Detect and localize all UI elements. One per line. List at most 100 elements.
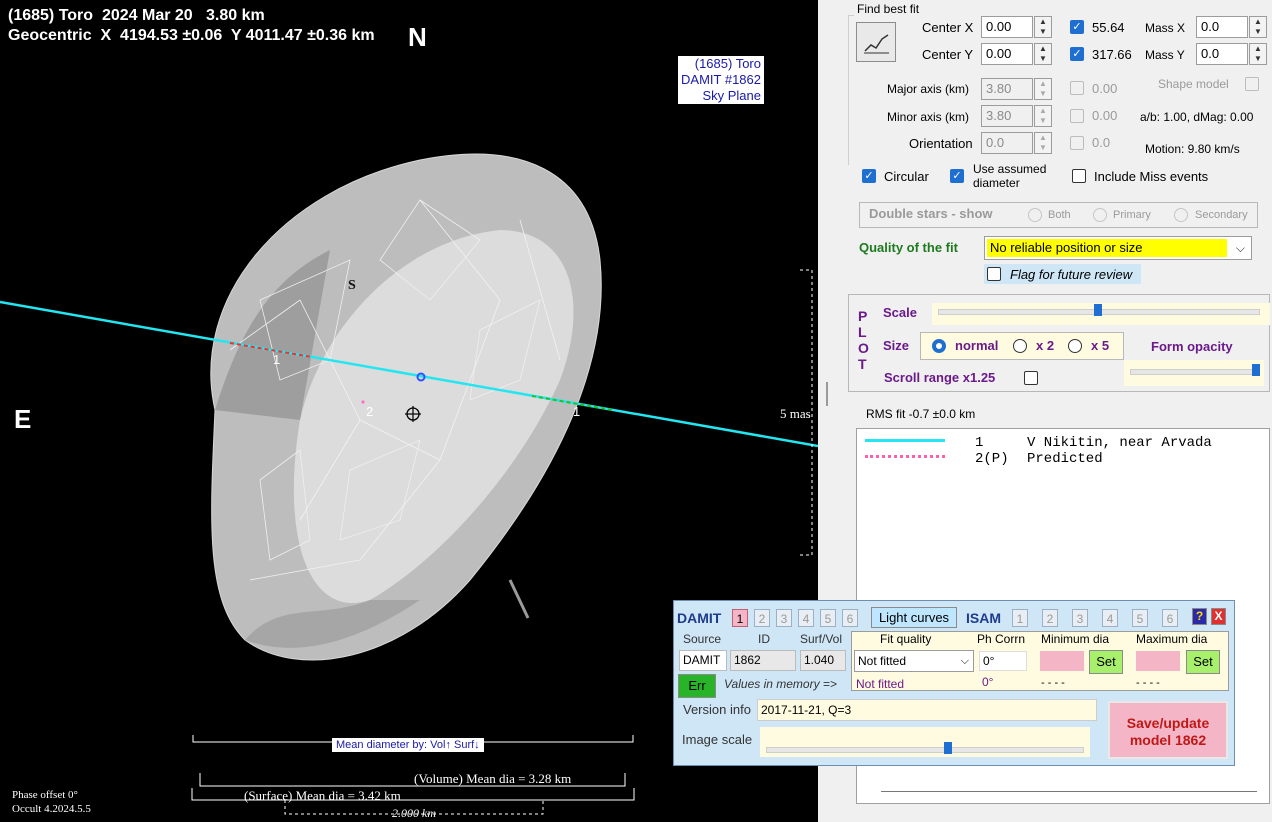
- find-best-fit-title: Find best fit: [857, 2, 920, 16]
- isam-model-3-button[interactable]: 3: [1072, 609, 1088, 627]
- primary-radio[interactable]: [1093, 208, 1107, 222]
- form-opacity-slider[interactable]: [1124, 360, 1264, 386]
- size-normal-radio[interactable]: [932, 339, 946, 353]
- close-icon[interactable]: X: [1211, 608, 1226, 625]
- maximum-dia-header: Maximum dia: [1136, 632, 1208, 646]
- center-y-input[interactable]: 0.00: [981, 43, 1033, 65]
- major-axis-spinner[interactable]: ▲ ▼: [1034, 78, 1052, 100]
- quality-of-fit-dropdown[interactable]: No reliable position or size ⌵: [984, 236, 1252, 260]
- fit-quality-value: Not fitted: [858, 654, 907, 668]
- scale-slider-thumb[interactable]: [1094, 304, 1102, 316]
- save-update-model-button[interactable]: Save/update model 1862: [1108, 701, 1228, 759]
- north-indicator: N: [408, 22, 427, 52]
- fit-quality-dropdown[interactable]: Not fitted ⌵: [854, 650, 974, 672]
- center-x-label: Center X: [922, 20, 974, 35]
- isam-model-2-button[interactable]: 2: [1042, 609, 1058, 627]
- include-miss-label: Include Miss events: [1094, 169, 1209, 184]
- damit-model-4-button[interactable]: 4: [798, 609, 814, 627]
- shape-model-checkbox[interactable]: [1245, 77, 1259, 91]
- mass-x-spinner[interactable]: ▲ ▼: [1249, 16, 1267, 38]
- secondary-radio[interactable]: [1174, 208, 1188, 222]
- surf-vol-header: Surf/Vol: [800, 632, 843, 646]
- form-opacity-thumb[interactable]: [1252, 364, 1260, 376]
- version-info-label: Version info: [683, 702, 751, 717]
- circular-label: Circular: [884, 169, 929, 184]
- err-button[interactable]: Err: [678, 674, 716, 698]
- fit-chart-icon: [864, 34, 889, 54]
- center-y-spinner[interactable]: ▲ ▼: [1034, 43, 1052, 65]
- legend-num: 2(P): [975, 451, 1009, 467]
- major-axis-label: Major axis (km): [887, 82, 970, 96]
- secondary-label: Secondary: [1195, 209, 1248, 221]
- use-assumed-diameter-checkbox[interactable]: ✓: [950, 169, 964, 183]
- major-axis-checkbox[interactable]: [1070, 81, 1084, 95]
- plot-vertical-label: PLOT: [858, 308, 869, 372]
- phase-info: Phase offset 0° Occult 4.2024.5.5: [12, 789, 91, 815]
- isam-model-6-button[interactable]: 6: [1162, 609, 1178, 627]
- orientation-spinner[interactable]: ▲ ▼: [1034, 132, 1052, 154]
- motion-text: Motion: 9.80 km/s: [1145, 142, 1240, 156]
- light-curves-button[interactable]: Light curves: [871, 607, 957, 628]
- center-x-spinner[interactable]: ▲ ▼: [1034, 16, 1052, 38]
- size-normal-label: normal: [955, 338, 999, 353]
- splitter-handle[interactable]: [826, 382, 828, 406]
- orientation-checkbox[interactable]: [1070, 136, 1084, 150]
- isam-model-5-button[interactable]: 5: [1132, 609, 1148, 627]
- id-header: ID: [758, 632, 770, 646]
- center-x-checkbox[interactable]: ✓: [1070, 20, 1084, 34]
- source-header: Source: [683, 632, 722, 646]
- damit-model-label: (1685) Toro DAMIT #1862 Sky Plane: [678, 56, 764, 104]
- minor-axis-input[interactable]: 3.80: [981, 105, 1033, 127]
- help-icon[interactable]: ?: [1192, 608, 1207, 625]
- major-axis-value: 0.00: [1092, 81, 1118, 96]
- mass-x-input[interactable]: 0.0: [1196, 16, 1248, 38]
- major-axis-input[interactable]: 3.80: [981, 78, 1033, 100]
- rms-fit-text: RMS fit -0.7 ±0.0 km: [866, 407, 976, 421]
- isam-model-1-button[interactable]: 1: [1012, 609, 1028, 627]
- both-radio[interactable]: [1028, 208, 1042, 222]
- find-best-fit-button[interactable]: [856, 22, 896, 62]
- damit-model-5-button[interactable]: 5: [820, 609, 836, 627]
- include-miss-checkbox[interactable]: [1072, 169, 1086, 183]
- center-x-input[interactable]: 0.00: [981, 16, 1033, 38]
- flag-review-label: Flag for future review: [1010, 267, 1133, 282]
- image-scale-slider[interactable]: [760, 727, 1090, 757]
- ab-dmag-text: a/b: 1.00, dMag: 0.00: [1140, 110, 1254, 124]
- mass-y-label: Mass Y: [1145, 48, 1185, 62]
- ph-corrn-header: Ph Corrn: [977, 632, 1026, 646]
- isam-model-4-button[interactable]: 4: [1102, 609, 1118, 627]
- mass-y-input[interactable]: 0.0: [1196, 43, 1248, 65]
- mean-diameter-selector[interactable]: Mean diameter by: Vol↑ Surf↓: [332, 738, 484, 752]
- image-scale-thumb[interactable]: [944, 742, 952, 754]
- isam-title: ISAM: [966, 610, 1001, 626]
- damit-model-6-button[interactable]: 6: [842, 609, 858, 627]
- minor-axis-checkbox[interactable]: [1070, 109, 1084, 123]
- scale-slider[interactable]: [932, 303, 1270, 325]
- damit-model-3-button[interactable]: 3: [776, 609, 792, 627]
- center-y-checkbox[interactable]: ✓: [1070, 47, 1084, 61]
- east-indicator: E: [14, 404, 32, 434]
- damit-model-2-button[interactable]: 2: [754, 609, 770, 627]
- orientation-value: 0.0: [1092, 135, 1111, 150]
- minimum-dia-field[interactable]: [1040, 651, 1084, 671]
- set-maximum-button[interactable]: Set: [1186, 650, 1220, 674]
- set-minimum-button[interactable]: Set: [1089, 650, 1123, 674]
- minor-axis-spinner[interactable]: ▲ ▼: [1034, 105, 1052, 127]
- values-in-memory-label: Values in memory =>: [724, 677, 837, 691]
- maximum-dia-field[interactable]: [1136, 651, 1180, 671]
- orientation-input[interactable]: 0.0: [981, 132, 1033, 154]
- flag-review-checkbox[interactable]: [987, 267, 1001, 281]
- damit-model-1-button[interactable]: 1: [732, 609, 748, 627]
- size-x2-radio[interactable]: [1013, 339, 1027, 353]
- damit-title: DAMIT: [677, 610, 722, 626]
- scroll-range-checkbox[interactable]: [1024, 371, 1038, 385]
- size-x5-radio[interactable]: [1068, 339, 1082, 353]
- mass-y-spinner[interactable]: ▲ ▼: [1249, 43, 1267, 65]
- center-y-label: Center Y: [922, 47, 974, 62]
- circular-checkbox[interactable]: ✓: [862, 169, 876, 183]
- legend-line-cyan: [865, 439, 945, 442]
- ph-corrn-field[interactable]: 0°: [979, 651, 1027, 671]
- minor-axis-value: 0.00: [1092, 108, 1118, 123]
- event-title: (1685) Toro 2024 Mar 20 3.80 km Geocentri…: [8, 7, 375, 44]
- surface-mean-dia: (Surface) Mean dia = 3.42 km: [244, 788, 401, 803]
